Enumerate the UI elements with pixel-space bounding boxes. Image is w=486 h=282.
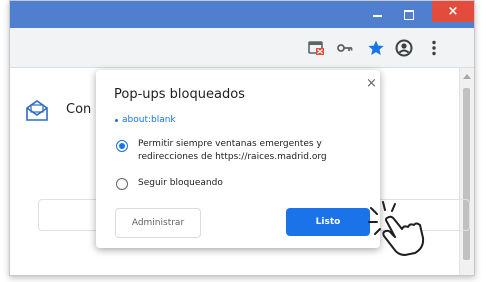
key-icon[interactable] [335, 38, 355, 58]
radio-keep-blocking[interactable] [116, 178, 128, 190]
close-icon[interactable]: × [366, 76, 377, 91]
radio-allow[interactable] [116, 140, 128, 152]
option-block-label[interactable]: Seguir bloqueando [138, 178, 223, 188]
blocked-popup-link[interactable]: about:blank [122, 115, 176, 125]
maximize-button[interactable] [397, 7, 421, 22]
star-icon[interactable] [366, 38, 386, 58]
mail-icon[interactable] [24, 99, 50, 123]
dialog-title: Pop-ups bloqueados [114, 87, 245, 102]
title-bar: × [10, 1, 474, 28]
minimize-button[interactable] [365, 7, 389, 22]
hand-cursor-icon [368, 201, 425, 256]
option-allow-label[interactable]: Permitir siempre ventanas emergentes y r… [138, 138, 368, 164]
scroll-up-arrow[interactable] [463, 74, 471, 79]
browser-toolbar [10, 28, 474, 68]
bullet-icon [115, 119, 118, 122]
scroll-thumb[interactable] [463, 88, 470, 260]
done-button[interactable]: Listo [286, 208, 370, 236]
menu-icon[interactable] [424, 38, 444, 58]
popup-blocked-icon[interactable] [306, 38, 326, 58]
page-label: Con [66, 102, 92, 117]
browser-window: × Con Pop-ups bloqueados × about:blank P… [9, 0, 475, 276]
popup-blocked-dialog: Pop-ups bloqueados × about:blank Permiti… [96, 70, 380, 248]
manage-button[interactable]: Administrar [115, 208, 201, 238]
close-window-button[interactable]: × [432, 1, 474, 22]
account-icon[interactable] [394, 38, 414, 58]
vertical-scrollbar[interactable] [459, 68, 474, 275]
